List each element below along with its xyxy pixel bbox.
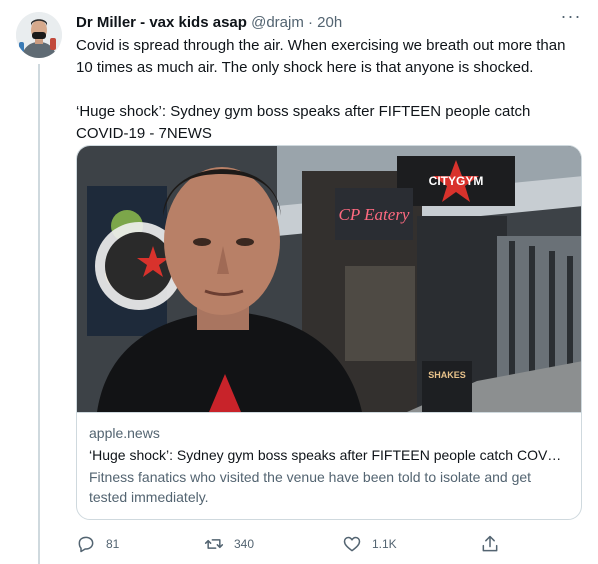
shakes-board-text: SHAKES <box>428 370 466 380</box>
eatery-sign-text: CP Eatery <box>339 205 410 224</box>
tweet-text-paragraph-1: Covid is spread through the air. When ex… <box>76 37 566 76</box>
card-title: ‘Huge shock’: Sydney gym boss speaks aft… <box>89 447 562 463</box>
timestamp[interactable]: 20h <box>317 14 342 31</box>
avatar[interactable] <box>16 12 62 58</box>
retweet-button[interactable]: 340 <box>204 530 254 558</box>
tweet-header: Dr Miller - vax kids asap @drajm · 20h ·… <box>76 7 582 35</box>
card-description: Fitness fanatics who visited the venue h… <box>89 469 532 505</box>
share-icon <box>482 535 498 552</box>
like-button[interactable]: 1.1K <box>342 530 397 558</box>
reply-button[interactable]: 81 <box>76 530 119 558</box>
link-card[interactable]: CITYGYM CP Eatery SHAKES apple.news ‘Hug… <box>76 145 582 520</box>
share-button[interactable] <box>480 530 500 558</box>
tweet-actions: 81 340 1.1K <box>76 530 506 558</box>
card-image: CITYGYM CP Eatery SHAKES <box>77 146 581 412</box>
heart-icon <box>343 536 361 552</box>
citygym-sign-text: CITYGYM <box>429 174 484 188</box>
card-meta: apple.news ‘Huge shock’: Sydney gym boss… <box>77 412 581 519</box>
tweet-text-paragraph-2: ‘Huge shock’: Sydney gym boss speaks aft… <box>76 103 531 142</box>
like-count: 1.1K <box>372 537 397 551</box>
avatar-image <box>16 12 62 58</box>
card-domain: apple.news <box>89 425 160 441</box>
separator-dot: · <box>308 14 313 31</box>
tweet-text: Covid is spread through the air. When ex… <box>76 35 584 145</box>
reply-icon <box>78 536 94 553</box>
more-options-icon[interactable]: ··· <box>560 7 582 29</box>
reply-count: 81 <box>106 537 120 551</box>
user-handle[interactable]: @drajm <box>251 14 304 31</box>
retweet-icon <box>204 539 224 549</box>
thread-line <box>38 64 40 564</box>
display-name[interactable]: Dr Miller - vax kids asap <box>76 14 247 31</box>
retweet-count: 340 <box>234 537 255 551</box>
